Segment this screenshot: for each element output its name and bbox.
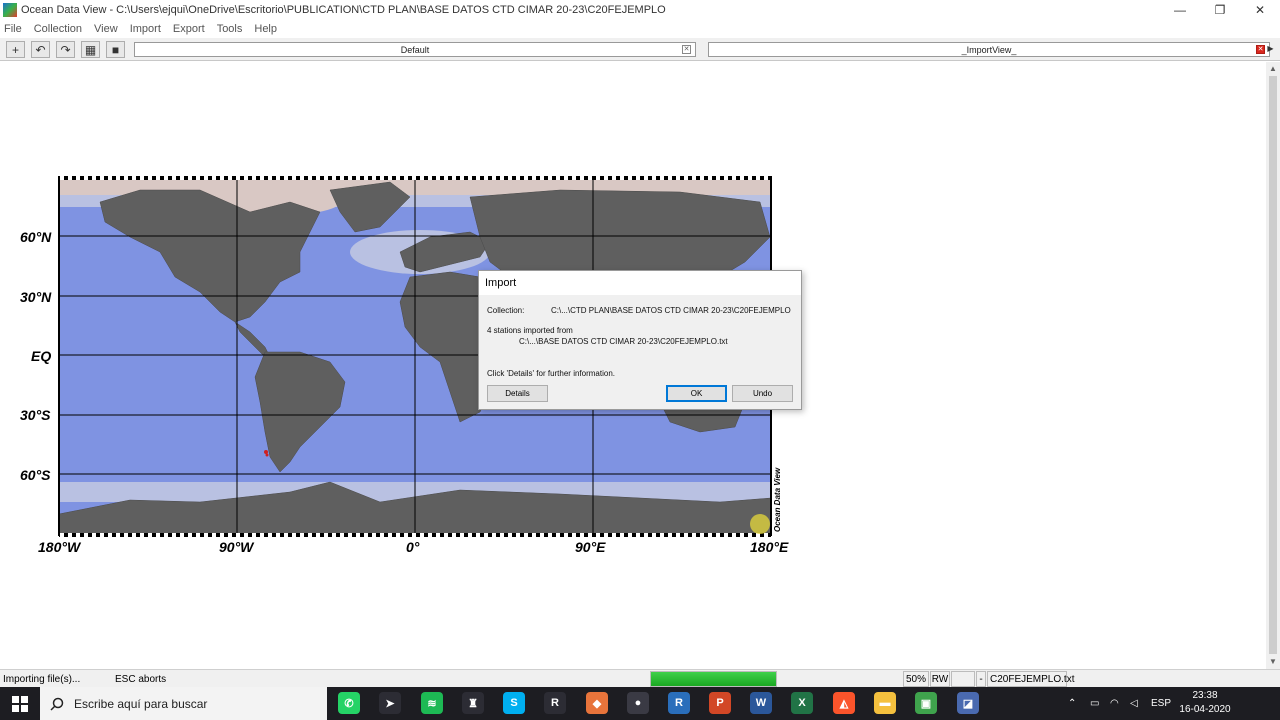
import-dialog: Import Collection: C:\...\CTD PLAN\BASE …	[478, 270, 802, 410]
lon-label-90e: 90°E	[575, 539, 606, 555]
stations-imported-text: 4 stations imported from	[487, 326, 573, 335]
status-file-name: C20FEJEMPLO.txt	[987, 671, 1074, 687]
menu-collection[interactable]: Collection	[34, 23, 82, 35]
search-placeholder: Escribe aquí para buscar	[74, 696, 208, 711]
access-mode: RW	[930, 671, 950, 687]
toolbar: + ↶ ↷ ▦ ■ Default ✕ _ImportView_ ✕ ▶	[0, 38, 1280, 61]
scroll-up-icon[interactable]: ▲	[1266, 62, 1280, 76]
plus-icon[interactable]: +	[6, 41, 25, 58]
cursor-highlight	[750, 514, 770, 534]
taskbar-app-r6-icon[interactable]: R	[544, 692, 566, 714]
details-info-text: Click 'Details' for further information.	[487, 369, 615, 378]
tray-volume-icon[interactable]: ◁	[1130, 687, 1138, 720]
odv-app-icon	[3, 3, 17, 17]
import-dialog-title: Import	[479, 271, 801, 295]
taskbar-app-bird-icon[interactable]: ➤	[379, 692, 401, 714]
close-button[interactable]: ✕	[1240, 0, 1280, 20]
details-button[interactable]: Details	[487, 385, 548, 402]
taskbar-ocean-data-view-icon[interactable]: ◪	[957, 692, 979, 714]
minimize-button[interactable]: —	[1160, 0, 1200, 20]
taskbar-skype-icon[interactable]: S	[503, 692, 525, 714]
status-bar: Importing file(s)... ESC aborts 50% RW -…	[0, 669, 1280, 687]
taskbar-app-tool-icon[interactable]: ♜	[462, 692, 484, 714]
menu-help[interactable]: Help	[254, 23, 277, 35]
taskbar-excel-icon[interactable]: X	[791, 692, 813, 714]
menu-import[interactable]: Import	[130, 23, 161, 35]
tab-default-close-icon[interactable]: ✕	[682, 45, 691, 54]
taskbar-brave-icon[interactable]: ◭	[833, 692, 855, 714]
tab-import-view-label: _ImportView_	[961, 44, 1017, 55]
menu-view[interactable]: View	[94, 23, 118, 35]
lat-label-60n: 60°N	[20, 229, 52, 245]
scroll-down-icon[interactable]: ▼	[1266, 655, 1280, 669]
taskbar-file-explorer-icon[interactable]: ▬	[874, 692, 896, 714]
clock-time: 23:38	[1192, 690, 1218, 701]
scrollbar-thumb[interactable]	[1269, 76, 1277, 654]
window-title: Ocean Data View - C:\Users\ejqui\OneDriv…	[21, 4, 666, 16]
collection-path: C:\...\CTD PLAN\BASE DATOS CTD CIMAR 20-…	[551, 306, 791, 315]
taskbar-spotify-icon[interactable]: ≋	[421, 692, 443, 714]
zoom-level: 50%	[903, 671, 929, 687]
menu-file[interactable]: File	[4, 23, 22, 35]
tab-import-view[interactable]: _ImportView_ ✕	[708, 42, 1270, 57]
lon-label-180e: 180°E	[750, 539, 789, 555]
lon-label-90w: 90°W	[219, 539, 254, 555]
taskbar-whatsapp-icon[interactable]: ✆	[338, 692, 360, 714]
window-controls: — ❐ ✕	[1160, 0, 1280, 20]
menu-bar: File Collection View Import Export Tools…	[0, 20, 1280, 37]
taskbar-app-green-icon[interactable]: ▣	[915, 692, 937, 714]
ok-button[interactable]: OK	[666, 385, 727, 402]
undo-icon[interactable]: ↶	[31, 41, 50, 58]
status-empty-cell	[951, 671, 975, 687]
grid-icon[interactable]: ▦	[81, 41, 100, 58]
tab-default[interactable]: Default ✕	[134, 42, 696, 57]
menu-tools[interactable]: Tools	[217, 23, 243, 35]
taskbar-powerpoint-icon[interactable]: P	[709, 692, 731, 714]
lat-label-30s: 30°S	[20, 407, 51, 423]
status-dash: -	[976, 671, 986, 687]
taskbar-clock[interactable]: 23:38 16-04-2020	[1178, 689, 1232, 717]
taskbar-r-lang-icon[interactable]: R	[668, 692, 690, 714]
import-progress-bar	[650, 671, 777, 687]
tray-battery-icon[interactable]: ▭	[1090, 687, 1099, 720]
source-file-path: C:\...\BASE DATOS CTD CIMAR 20-23\C20FEJ…	[519, 337, 728, 346]
vertical-scrollbar[interactable]: ▲ ▼	[1266, 62, 1280, 669]
map-top-ticks	[59, 176, 771, 180]
taskbar-app-orange-icon[interactable]: ◆	[586, 692, 608, 714]
maximize-button[interactable]: ❐	[1200, 0, 1240, 20]
odv-watermark: Ocean Data View	[773, 467, 782, 532]
taskbar-app-sphere-icon[interactable]: ●	[627, 692, 649, 714]
tab-default-label: Default	[400, 44, 430, 55]
redo-icon[interactable]: ↷	[56, 41, 75, 58]
progress-fill	[651, 672, 776, 686]
status-message: Importing file(s)...	[3, 673, 81, 685]
save-icon[interactable]: ■	[106, 41, 125, 58]
taskbar-word-icon[interactable]: W	[750, 692, 772, 714]
lon-label-180w: 180°W	[38, 539, 81, 555]
input-language[interactable]: ESP	[1151, 687, 1171, 720]
status-esc-hint: ESC aborts	[115, 673, 167, 685]
clock-date: 16-04-2020	[1179, 704, 1231, 715]
collection-label: Collection:	[487, 306, 525, 315]
lat-label-eq: EQ	[31, 348, 52, 364]
lon-label-0: 0°	[406, 539, 420, 555]
lat-label-60s: 60°S	[20, 467, 51, 483]
undo-button[interactable]: Undo	[732, 385, 793, 402]
windows-logo-icon	[12, 695, 28, 712]
lat-label-30n: 30°N	[20, 289, 52, 305]
map-bottom-ticks	[59, 533, 771, 537]
taskbar-search[interactable]: Escribe aquí para buscar	[40, 687, 327, 720]
title-bar: Ocean Data View - C:\Users\ejqui\OneDriv…	[0, 0, 1280, 20]
tray-wifi-icon[interactable]: ◠	[1110, 687, 1119, 720]
tab-scroll-right-icon[interactable]: ▶	[1265, 42, 1276, 56]
search-icon	[50, 697, 64, 711]
start-button[interactable]	[0, 687, 40, 720]
tray-chevron-icon[interactable]: ⌃	[1068, 687, 1076, 720]
windows-taskbar: Escribe aquí para buscar ✆ ➤ ≋ ♜ S R ◆ ● R P W X ◭ ▬ ▣…	[0, 687, 1280, 720]
menu-export[interactable]: Export	[173, 23, 205, 35]
tab-import-view-close-icon[interactable]: ✕	[1256, 45, 1265, 54]
